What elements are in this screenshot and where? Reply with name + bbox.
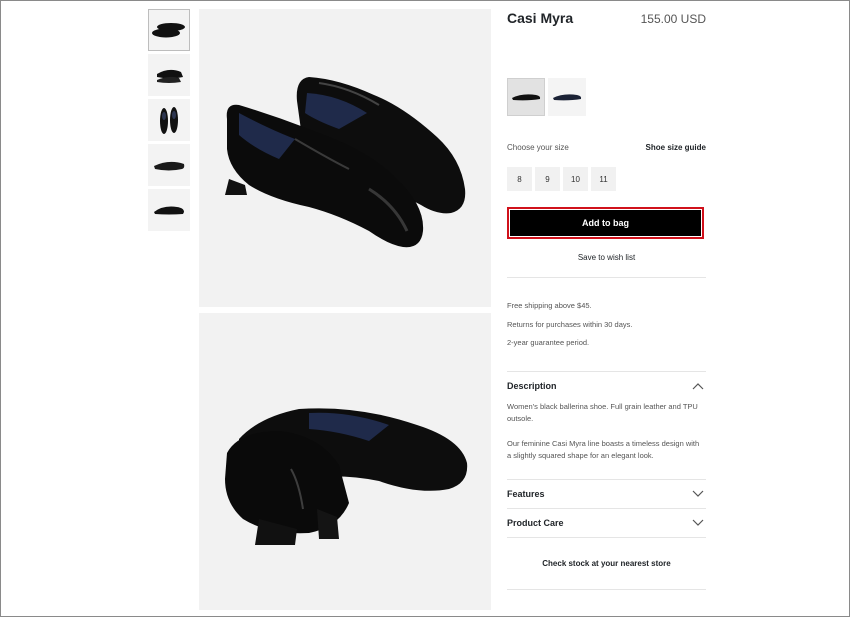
chevron-down-icon[interactable] xyxy=(692,490,704,498)
chevron-down-icon[interactable] xyxy=(692,519,704,527)
size-label: Choose your size xyxy=(507,143,569,152)
save-to-wishlist-link[interactable]: Save to wish list xyxy=(507,253,706,262)
divider xyxy=(507,537,706,538)
description-text-1: Women's black ballerina shoe. Full grain… xyxy=(507,402,698,423)
product-care-heading[interactable]: Product Care xyxy=(507,518,564,528)
divider xyxy=(507,277,706,278)
size-option[interactable]: 8 xyxy=(507,167,532,191)
divider xyxy=(507,508,706,509)
perk-guarantee: 2-year guarantee period. xyxy=(507,338,590,347)
divider xyxy=(507,589,706,590)
swatch-black[interactable] xyxy=(507,78,545,116)
description-text-2: Our feminine Casi Myra line boasts a tim… xyxy=(507,439,700,460)
perk-returns: Returns for purchases within 30 days. xyxy=(507,320,633,329)
add-to-bag-label: Add to bag xyxy=(510,210,701,236)
swatch-navy[interactable] xyxy=(548,78,586,116)
size-options: 8 9 10 11 xyxy=(507,167,616,191)
product-image-main xyxy=(199,9,491,307)
product-price: 155.00 USD xyxy=(640,12,706,26)
shoe-pair-rear xyxy=(225,408,468,545)
size-option[interactable]: 11 xyxy=(591,167,616,191)
size-option[interactable]: 9 xyxy=(535,167,560,191)
thumb-view-pair[interactable] xyxy=(148,9,190,51)
check-stock-link[interactable]: Check stock at your nearest store xyxy=(507,559,706,568)
thumb-view-top[interactable] xyxy=(148,99,190,141)
color-swatches xyxy=(507,78,586,116)
divider xyxy=(507,479,706,480)
product-image-secondary xyxy=(199,313,491,610)
add-to-bag-button[interactable]: Add to bag xyxy=(507,207,704,239)
thumb-view-side[interactable] xyxy=(148,54,190,96)
thumbnail-list xyxy=(148,9,190,234)
features-heading[interactable]: Features xyxy=(507,489,545,499)
chevron-up-icon[interactable] xyxy=(692,382,704,390)
thumb-view-sole[interactable] xyxy=(148,144,190,186)
divider xyxy=(507,371,706,372)
product-title: Casi Myra xyxy=(507,10,574,26)
perk-shipping: Free shipping above $45. xyxy=(507,301,592,310)
thumb-view-profile[interactable] xyxy=(148,189,190,231)
description-heading[interactable]: Description xyxy=(507,381,557,391)
size-option[interactable]: 10 xyxy=(563,167,588,191)
size-guide-link[interactable]: Shoe size guide xyxy=(646,143,706,152)
